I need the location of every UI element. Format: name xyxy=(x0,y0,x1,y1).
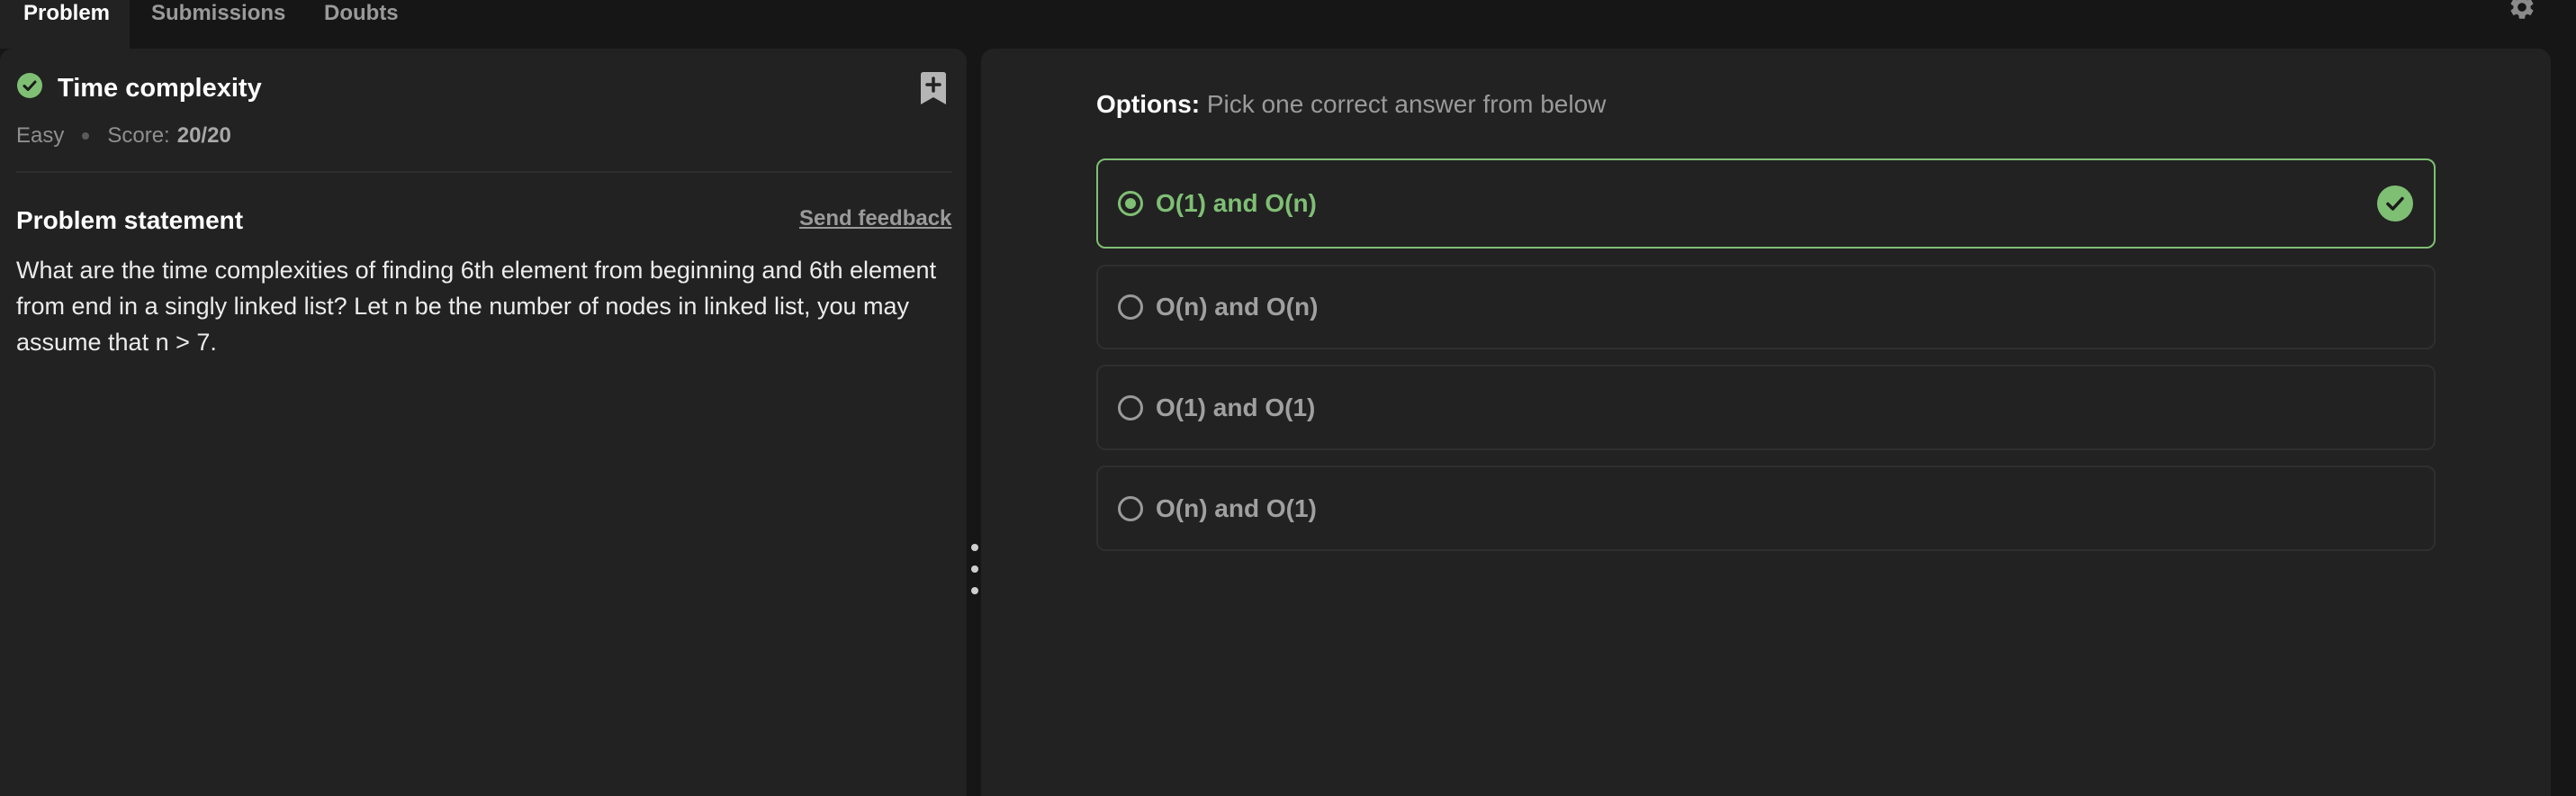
score-value: 20/20 xyxy=(176,123,231,148)
problem-panel: Time complexity Easy Score: 20/20 Proble… xyxy=(0,49,967,796)
options-instruction: Pick one correct answer from below xyxy=(1206,90,1607,118)
option-4[interactable]: O(n) and O(1) xyxy=(1096,466,2436,551)
radio-icon[interactable] xyxy=(1118,294,1143,320)
radio-icon[interactable] xyxy=(1118,496,1143,521)
check-circle-icon xyxy=(17,73,42,98)
divider xyxy=(16,171,952,173)
option-label: O(1) and O(n) xyxy=(1156,189,1317,217)
gear-icon[interactable] xyxy=(2508,0,2536,22)
tab-doubts[interactable]: Doubts xyxy=(324,0,423,49)
option-label: O(n) and O(1) xyxy=(1156,494,1317,522)
drag-handle-icon xyxy=(971,544,978,551)
tab-problem[interactable]: Problem xyxy=(0,0,130,49)
tab-bar: Problem Submissions Doubts xyxy=(0,0,2576,49)
options-heading: Options: Pick one correct answer from be… xyxy=(1096,88,1606,121)
problem-title: Time complexity xyxy=(58,74,262,103)
problem-statement: What are the time complexities of findin… xyxy=(16,257,937,356)
options-label: Options: xyxy=(1096,90,1201,118)
radio-icon[interactable] xyxy=(1118,395,1143,421)
tab-submissions[interactable]: Submissions xyxy=(151,0,304,49)
bookmark-add-icon[interactable] xyxy=(918,71,949,105)
drag-handle-icon xyxy=(971,565,978,573)
problem-meta: Easy Score: 20/20 xyxy=(16,122,231,149)
statement-heading: Problem statement xyxy=(16,206,244,234)
option-1[interactable]: O(1) and O(n) xyxy=(1096,158,2436,249)
option-label: O(1) and O(1) xyxy=(1156,393,1316,421)
check-circle-icon xyxy=(2377,185,2413,222)
difficulty-label: Easy xyxy=(16,123,65,148)
drag-handle-icon xyxy=(971,587,978,594)
separator-dot xyxy=(82,132,90,140)
radio-dot xyxy=(1125,198,1136,209)
option-label: O(n) and O(n) xyxy=(1156,293,1319,321)
option-3[interactable]: O(1) and O(1) xyxy=(1096,365,2436,450)
options-panel: Options: Pick one correct answer from be… xyxy=(981,49,2551,796)
score-label: Score: xyxy=(107,123,170,148)
panel-resizer[interactable] xyxy=(967,49,981,796)
radio-selected-icon[interactable] xyxy=(1118,191,1143,216)
send-feedback-link[interactable]: Send feedback xyxy=(799,204,951,234)
option-2[interactable]: O(n) and O(n) xyxy=(1096,265,2436,349)
